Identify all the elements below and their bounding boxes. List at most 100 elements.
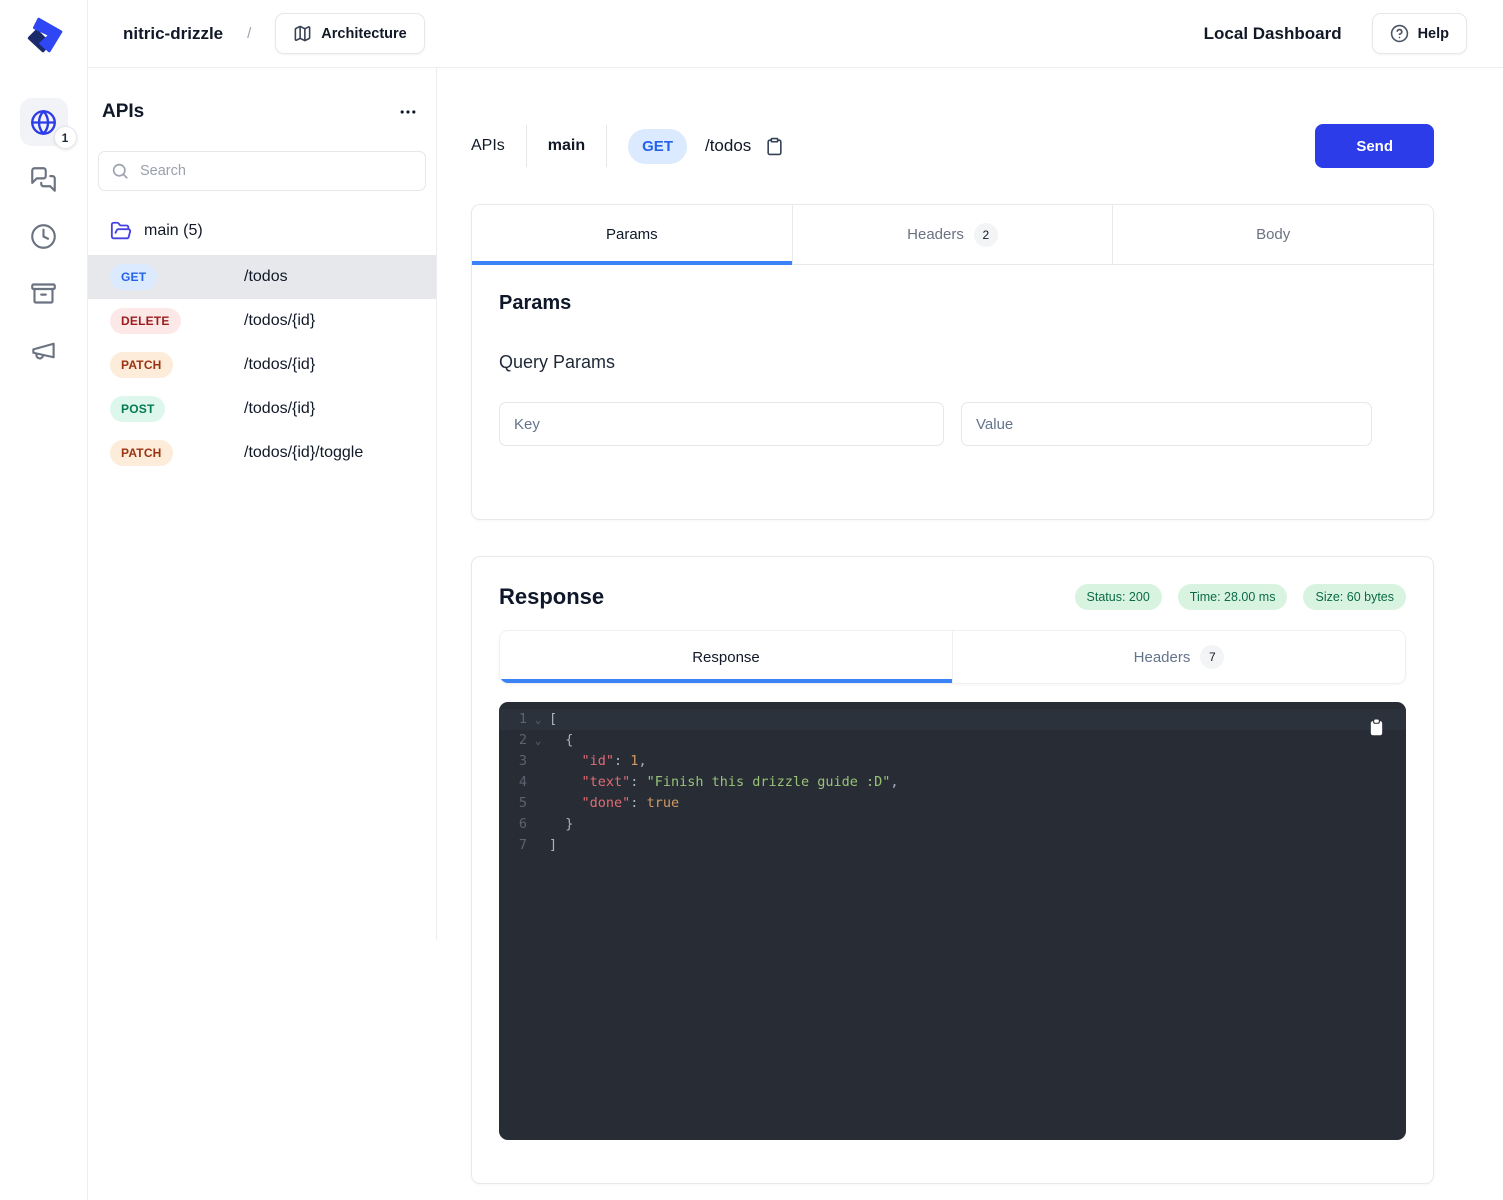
tab-label: Params: [606, 226, 658, 243]
code-line: 7]: [499, 835, 1406, 856]
endpoint-row[interactable]: GET/todos: [88, 255, 436, 299]
tab-headers[interactable]: Headers2: [792, 205, 1113, 265]
query-params-heading: Query Params: [499, 352, 1406, 373]
endpoint-path: /todos/{id}: [244, 356, 315, 374]
globe-icon: [30, 109, 57, 136]
fold-gutter: [527, 835, 549, 856]
response-heading: Response: [499, 584, 604, 610]
tab-body[interactable]: Body: [1112, 205, 1433, 265]
tab-response[interactable]: Response: [500, 631, 952, 683]
fold-gutter: [527, 793, 549, 814]
status-badge: Status: 200: [1075, 584, 1162, 610]
breadcrumb-apis: APIs: [471, 137, 505, 155]
project-name: nitric-drizzle: [123, 24, 223, 44]
endpoint-row[interactable]: PATCH/todos/{id}: [88, 343, 436, 387]
folder-open-icon: [110, 220, 132, 242]
request-breadcrumb-bar: APIs main GET /todos Send: [471, 124, 1434, 168]
local-dashboard-title: Local Dashboard: [1204, 24, 1342, 44]
code-line: 6 }: [499, 814, 1406, 835]
divider: [526, 125, 527, 167]
query-param-value-input[interactable]: [961, 402, 1372, 446]
workspace: APIs main GET /todos Send: [437, 68, 1503, 1200]
architecture-label: Architecture: [321, 26, 406, 42]
method-badge: PATCH: [110, 352, 173, 378]
endpoint-row[interactable]: DELETE/todos/{id}: [88, 299, 436, 343]
map-icon: [293, 24, 312, 43]
clock-icon: [30, 223, 57, 250]
response-body-editor[interactable]: 1⌄[2⌄ {3 "id": 1,4 "text": "Finish this …: [499, 702, 1406, 1140]
tab-headers[interactable]: Headers 7: [952, 631, 1405, 683]
chat-icon: [30, 166, 57, 193]
help-circle-icon: [1390, 24, 1409, 43]
help-button[interactable]: Help: [1372, 13, 1467, 54]
endpoint-row[interactable]: POST/todos/{id}: [88, 387, 436, 431]
request-method-badge: GET: [628, 129, 687, 164]
code-line: 2⌄ {: [499, 730, 1406, 751]
fold-gutter: [527, 814, 549, 835]
fold-chevron-icon[interactable]: ⌄: [527, 730, 549, 751]
rail-apis-button[interactable]: 1: [20, 98, 68, 146]
search-input[interactable]: [98, 151, 426, 191]
icon-rail: 1: [0, 0, 88, 1200]
endpoint-path: /todos/{id}/toggle: [244, 444, 363, 462]
tab-params[interactable]: Params: [472, 205, 792, 265]
endpoint-path: /todos/{id}: [244, 312, 315, 330]
fold-gutter: [527, 751, 549, 772]
tab-label: Body: [1256, 226, 1290, 243]
breadcrumb-separator: /: [247, 25, 251, 42]
ellipsis-icon: [398, 102, 418, 122]
tab-label: Headers: [1134, 649, 1191, 666]
params-heading: Params: [499, 292, 1406, 315]
nitric-logo-icon: [21, 12, 67, 58]
apis-menu-button[interactable]: [394, 98, 422, 126]
architecture-button[interactable]: Architecture: [275, 13, 424, 54]
code-line: 1⌄[: [499, 709, 1406, 730]
request-card: Params Headers2 Body Params Query Params: [471, 204, 1434, 520]
api-group-label: main (5): [144, 222, 203, 240]
endpoint-row[interactable]: PATCH/todos/{id}/toggle: [88, 431, 436, 475]
top-header: nitric-drizzle / Architecture Local Dash…: [88, 0, 1503, 68]
send-button[interactable]: Send: [1315, 124, 1434, 168]
request-tabs: Params Headers2 Body: [472, 205, 1433, 265]
endpoint-path: /todos: [244, 268, 288, 286]
copy-path-button[interactable]: [765, 137, 784, 156]
method-badge: POST: [110, 396, 165, 422]
breadcrumb-group: main: [548, 137, 585, 155]
apis-count-badge: 1: [54, 126, 77, 149]
rail-chat-button[interactable]: [20, 155, 68, 203]
endpoint-list: GET/todos DELETE/todos/{id} PATCH/todos/{i…: [96, 255, 428, 475]
rail-storage-button[interactable]: [20, 269, 68, 317]
tab-label: Response: [692, 649, 760, 666]
rail-events-button[interactable]: [20, 326, 68, 374]
code-line: 3 "id": 1,: [499, 751, 1406, 772]
clipboard-icon: [765, 137, 784, 156]
tab-count-badge: 7: [1200, 645, 1224, 669]
query-param-key-input[interactable]: [499, 402, 944, 446]
code-lines: 1⌄[2⌄ {3 "id": 1,4 "text": "Finish this …: [499, 709, 1406, 856]
rail-history-button[interactable]: [20, 212, 68, 260]
code-line: 5 "done": true: [499, 793, 1406, 814]
search-icon: [111, 162, 129, 180]
copy-response-button[interactable]: [1368, 718, 1385, 737]
time-badge: Time: 28.00 ms: [1178, 584, 1288, 610]
request-path: /todos: [705, 136, 751, 156]
method-badge: GET: [110, 264, 157, 290]
apis-panel: APIs main: [88, 68, 437, 940]
fold-chevron-icon[interactable]: ⌄: [527, 709, 549, 730]
size-badge: Size: 60 bytes: [1303, 584, 1406, 610]
response-tabs: Response Headers 7: [499, 630, 1406, 684]
fold-gutter: [527, 772, 549, 793]
method-badge: PATCH: [110, 440, 173, 466]
apis-panel-title: APIs: [102, 101, 144, 123]
response-card: Response Status: 200 Time: 28.00 ms Size…: [471, 556, 1434, 1184]
code-line: 4 "text": "Finish this drizzle guide :D"…: [499, 772, 1406, 793]
method-badge: DELETE: [110, 308, 181, 334]
api-group-folder[interactable]: main (5): [96, 213, 428, 249]
app-root: 1: [0, 0, 1503, 1200]
endpoint-path: /todos/{id}: [244, 400, 315, 418]
tab-label: Headers: [907, 226, 964, 243]
divider: [606, 125, 607, 167]
megaphone-icon: [30, 337, 57, 364]
copy-icon: [1368, 718, 1385, 737]
archive-icon: [30, 280, 57, 307]
